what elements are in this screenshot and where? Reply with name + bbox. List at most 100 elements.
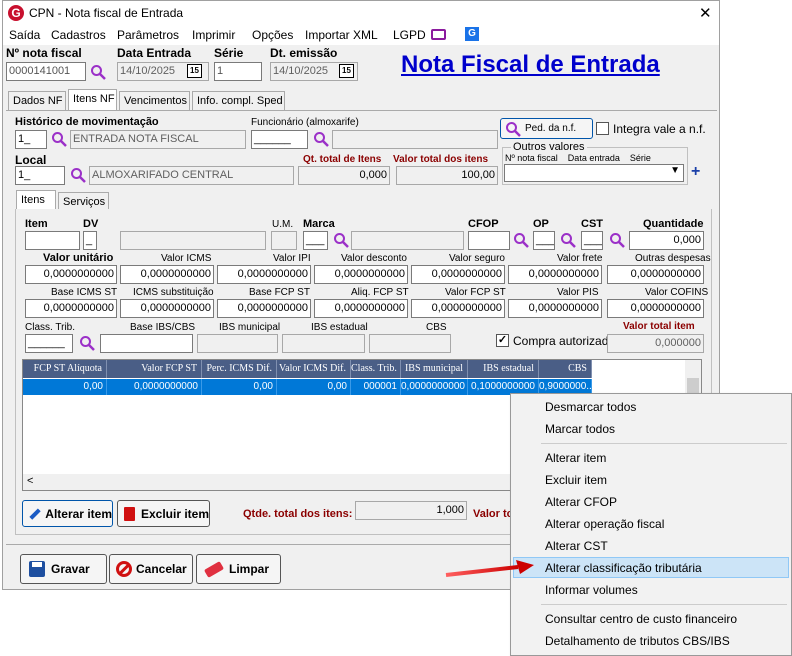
base-icms-st-field[interactable]: 0,0000000000 [25, 299, 117, 318]
menu-consultar-centro-custo[interactable]: Consultar centro de custo financeiro [545, 612, 737, 626]
grid-header[interactable]: FCP ST Alíquota [23, 360, 107, 378]
valor-cofins-field[interactable]: 0,0000000000 [607, 299, 704, 318]
local-code-field[interactable]: 1_ [15, 166, 65, 185]
search-icon[interactable] [333, 232, 349, 248]
nf-number-field[interactable]: 0000141001 [6, 62, 86, 81]
grid-header[interactable]: Class. Trib. [351, 360, 401, 378]
limpar-button[interactable]: Limpar [196, 554, 281, 584]
menu-alterar-operacao-fiscal[interactable]: Alterar operação fiscal [545, 517, 664, 531]
outros-cols: Nº nota fiscal Data entrada Série [505, 153, 651, 163]
search-icon[interactable] [560, 232, 576, 248]
tab-itens-nf[interactable]: Itens NF [68, 89, 117, 110]
alterar-item-button[interactable]: Alterar item [22, 500, 113, 527]
menu-detalhamento-tributos[interactable]: Detalhamento de tributos CBS/IBS [545, 634, 730, 648]
grid-cell[interactable]: 000001 [351, 379, 401, 395]
g-app-icon[interactable]: G [465, 27, 479, 41]
valor-desconto-field[interactable]: 0,0000000000 [314, 265, 408, 284]
menu-alterar-cfop[interactable]: Alterar CFOP [545, 495, 617, 509]
gravar-button[interactable]: Gravar [20, 554, 107, 584]
menu-marcar-todos[interactable]: Marcar todos [545, 422, 615, 436]
qtd-field[interactable]: 0,000 [629, 231, 704, 250]
grid-cell[interactable]: 0,0000000000 [401, 379, 468, 395]
gravar-label: Gravar [51, 562, 90, 576]
menu-alterar-item[interactable]: Alterar item [545, 451, 606, 465]
hist-code-field[interactable]: 1_ [15, 130, 47, 149]
ped-nf-button[interactable]: Ped. da n.f. [500, 118, 593, 139]
integra-checkbox[interactable] [596, 122, 609, 135]
valor-seguro-field[interactable]: 0,0000000000 [411, 265, 505, 284]
func-code-field[interactable]: ______ [251, 130, 308, 149]
menu-opcoes[interactable]: Opções [252, 28, 293, 42]
menu-desmarcar-todos[interactable]: Desmarcar todos [545, 400, 636, 414]
outros-select[interactable]: ▼ [504, 164, 684, 182]
compra-autorizada-checkbox[interactable]: ✓ [496, 334, 509, 347]
search-icon[interactable] [513, 232, 529, 248]
dv-field[interactable]: _ [83, 231, 97, 250]
close-icon[interactable]: ✕ [699, 4, 712, 22]
valor-icms-field[interactable]: 0,0000000000 [120, 265, 214, 284]
serie-field[interactable]: 1 [214, 62, 262, 81]
grid-header[interactable]: IBS estadual [468, 360, 539, 378]
calendar-icon[interactable]: 15 [187, 64, 202, 78]
grid-header[interactable]: Valor ICMS Dif. [277, 360, 351, 378]
menu-alterar-classificacao-tributaria[interactable]: Alterar classificação tributária [545, 561, 702, 575]
search-icon[interactable] [313, 131, 329, 147]
cst-code-field[interactable]: ___ [581, 231, 603, 250]
aliq-fcp-st-label: Aliq. FCP ST [351, 287, 409, 298]
menu-informar-volumes[interactable]: Informar volumes [545, 583, 638, 597]
menu-lgpd[interactable]: LGPD [393, 28, 426, 42]
calendar-icon[interactable]: 15 [339, 64, 354, 78]
base-ibs-cbs-field[interactable] [100, 334, 193, 353]
excluir-item-button[interactable]: Excluir item [117, 500, 210, 527]
outras-despesas-field[interactable]: 0,0000000000 [607, 265, 704, 284]
grid-cell[interactable]: 0,0000000000 [107, 379, 202, 395]
search-icon[interactable] [79, 335, 95, 351]
menu-alterar-cst[interactable]: Alterar CST [545, 539, 608, 553]
base-fcp-st-field[interactable]: 0,0000000000 [217, 299, 311, 318]
search-icon[interactable] [70, 167, 86, 183]
grid-header[interactable]: Perc. ICMS Dif. [202, 360, 277, 378]
cancelar-button[interactable]: Cancelar [109, 554, 193, 584]
menu-parametros[interactable]: Parâmetros [117, 28, 179, 42]
valor-ipi-field[interactable]: 0,0000000000 [217, 265, 311, 284]
menu-importar-xml[interactable]: Importar XML [305, 28, 378, 42]
tab-info-sped[interactable]: Info. compl. Sped [192, 91, 285, 110]
op-code-field[interactable]: ___ [533, 231, 555, 250]
valor-frete-field[interactable]: 0,0000000000 [508, 265, 602, 284]
valor-fcp-st-field[interactable]: 0,0000000000 [411, 299, 505, 318]
menu-saida[interactable]: Saída [9, 28, 40, 42]
chevron-left-icon[interactable]: < [27, 475, 33, 487]
valor-cofins-label: Valor COFINS [645, 287, 709, 298]
valor-total-item-field: 0,000000 [607, 334, 704, 353]
serie-label: Série [214, 46, 244, 60]
tab-dados-nf[interactable]: Dados NF [8, 91, 66, 110]
tab-itens[interactable]: Itens [16, 190, 56, 211]
grid-cell[interactable]: 0,00 [202, 379, 277, 395]
valor-seguro-label: Valor seguro [449, 253, 505, 264]
plus-icon[interactable]: + [691, 163, 700, 181]
class-trib-code-field[interactable]: ______ [25, 334, 73, 353]
grid-header[interactable]: Valor FCP ST [107, 360, 202, 378]
cbs-label: CBS [426, 322, 447, 333]
tab-vencimentos[interactable]: Vencimentos [119, 91, 190, 110]
item-field[interactable] [25, 231, 80, 250]
search-icon[interactable] [90, 64, 106, 80]
menu-imprimir[interactable]: Imprimir [192, 28, 235, 42]
cfop-field[interactable] [468, 231, 510, 250]
valor-unitario-field[interactable]: 0,0000000000 [25, 265, 117, 284]
search-icon[interactable] [51, 131, 67, 147]
grid-cell[interactable]: 0,00 [277, 379, 351, 395]
grid-cell[interactable]: 0,00 [23, 379, 107, 395]
grid-header[interactable]: IBS municipal [401, 360, 468, 378]
aliq-fcp-st-field[interactable]: 0,0000000000 [314, 299, 408, 318]
menu-excluir-item[interactable]: Excluir item [545, 473, 607, 487]
menu-cadastros[interactable]: Cadastros [51, 28, 106, 42]
marca-code-field[interactable]: ___ [303, 231, 328, 250]
valor-pis-field[interactable]: 0,0000000000 [508, 299, 602, 318]
search-icon[interactable] [609, 232, 625, 248]
valor-total-label-2: Valor to [473, 508, 514, 520]
grid-header[interactable]: CBS [539, 360, 592, 378]
monitor-icon[interactable] [431, 29, 446, 40]
horizontal-scrollbar[interactable]: < [23, 474, 511, 490]
icms-subst-field[interactable]: 0,0000000000 [120, 299, 214, 318]
